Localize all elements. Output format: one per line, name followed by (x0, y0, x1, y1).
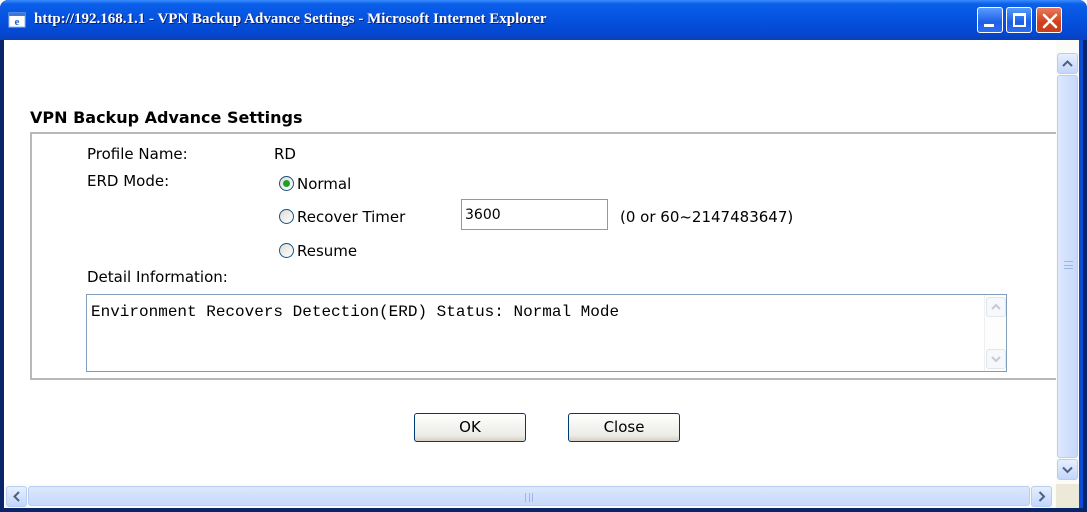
chevron-right-icon (1038, 491, 1046, 502)
horizontal-scrollbar[interactable] (4, 484, 1056, 508)
erd-resume-radio[interactable] (279, 243, 294, 258)
minimize-button[interactable] (977, 7, 1003, 33)
scroll-up-button[interactable] (1057, 53, 1078, 74)
chevron-up-icon (991, 303, 1001, 310)
detail-information-textarea[interactable]: Environment Recovers Detection(ERD) Stat… (86, 294, 1007, 372)
close-button[interactable]: Close (568, 413, 680, 442)
title-bar[interactable]: e http://192.168.1.1 - VPN Backup Advanc… (0, 0, 1087, 40)
textarea-scroll-down-button[interactable] (986, 349, 1006, 369)
erd-recover-timer-radio[interactable] (279, 209, 294, 224)
erd-normal-label[interactable]: Normal (297, 175, 351, 193)
erd-mode-label: ERD Mode: (87, 172, 170, 190)
chevron-left-icon (13, 491, 20, 502)
chevron-down-icon (1062, 466, 1073, 474)
vertical-scrollbar[interactable] (1056, 40, 1079, 484)
detail-information-text: Environment Recovers Detection(ERD) Stat… (91, 303, 620, 321)
minimize-icon (984, 24, 994, 27)
scroll-right-button[interactable] (1031, 486, 1052, 507)
internet-explorer-icon: e (8, 12, 26, 28)
browser-window: e http://192.168.1.1 - VPN Backup Advanc… (0, 0, 1087, 512)
chevron-down-icon (991, 356, 1001, 363)
maximize-icon (1013, 13, 1026, 27)
erd-normal-radio[interactable] (279, 176, 294, 191)
page-title: VPN Backup Advance Settings (30, 108, 303, 127)
svg-text:e: e (15, 16, 20, 28)
recover-timer-hint: (0 or 60~2147483647) (620, 208, 794, 226)
textarea-scroll-up-button[interactable] (986, 297, 1006, 317)
scrollbar-corner (1056, 484, 1079, 508)
window-title: http://192.168.1.1 - VPN Backup Advance … (34, 11, 547, 27)
close-icon (1042, 13, 1058, 29)
ok-button[interactable]: OK (414, 413, 526, 442)
textarea-scrollbar[interactable] (984, 295, 1006, 371)
scroll-down-button[interactable] (1057, 459, 1078, 480)
grip-icon (525, 493, 533, 502)
profile-name-label: Profile Name: (87, 145, 188, 163)
chevron-up-icon (1062, 60, 1073, 67)
maximize-button[interactable] (1006, 7, 1032, 33)
profile-name-value: RD (274, 145, 296, 163)
scroll-left-button[interactable] (6, 486, 27, 507)
grip-icon (1064, 261, 1073, 269)
erd-resume-label[interactable]: Resume (297, 242, 357, 260)
horizontal-scroll-thumb[interactable] (28, 486, 1030, 506)
detail-information-label: Detail Information: (87, 268, 228, 286)
close-window-button[interactable] (1036, 7, 1062, 33)
vertical-scroll-thumb[interactable] (1057, 75, 1078, 458)
recover-timer-input[interactable] (461, 199, 608, 230)
erd-recover-timer-label[interactable]: Recover Timer (297, 208, 405, 226)
